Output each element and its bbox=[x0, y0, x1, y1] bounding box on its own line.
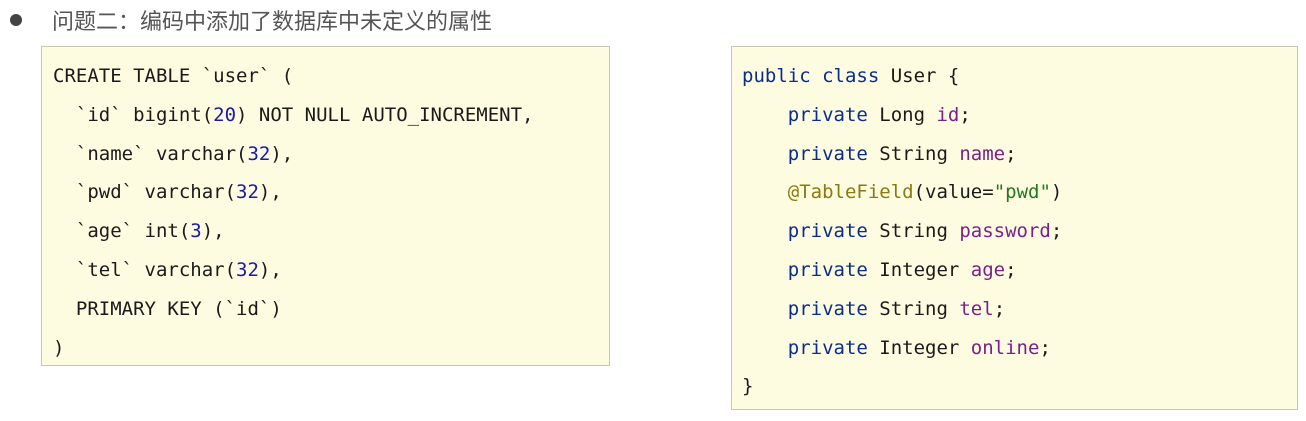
heading-text: 问题二：编码中添加了数据库中未定义的属性 bbox=[52, 10, 493, 35]
java-field-line: private Integer online; bbox=[787, 336, 1051, 359]
java-annotation-line: @TableField(value="pwd") bbox=[787, 181, 1063, 204]
sql-line: `name` varchar(32), bbox=[53, 142, 294, 165]
sql-line: `id` bigint(20) NOT NULL AUTO_INCREMENT, bbox=[53, 103, 534, 126]
sql-line: `tel` varchar(32), bbox=[53, 258, 282, 281]
java-field-line: private String name; bbox=[787, 142, 1017, 165]
java-field-line: private Integer age; bbox=[787, 258, 1017, 281]
sql-code-block: CREATE TABLE `user` ( `id` bigint(20) NO… bbox=[41, 46, 610, 366]
bullet-icon bbox=[10, 14, 22, 26]
java-field-line: private String password; bbox=[787, 220, 1063, 243]
java-field-line: private String tel; bbox=[787, 297, 1006, 320]
java-code-block: public class User { private Long id; pri… bbox=[731, 46, 1298, 410]
sql-line: CREATE TABLE `user` ( bbox=[53, 65, 294, 87]
sql-line: ) bbox=[53, 336, 65, 359]
sql-line: PRIMARY KEY (`id`) bbox=[53, 297, 282, 320]
java-class-line: public class User { bbox=[742, 65, 960, 87]
java-field-line: private Long id; bbox=[787, 103, 971, 126]
section-heading: 问题二：编码中添加了数据库中未定义的属性 bbox=[8, 4, 492, 36]
sql-line: `pwd` varchar(32), bbox=[53, 181, 282, 204]
java-closing-line: } bbox=[742, 375, 754, 398]
sql-line: `age` int(3), bbox=[53, 220, 225, 243]
